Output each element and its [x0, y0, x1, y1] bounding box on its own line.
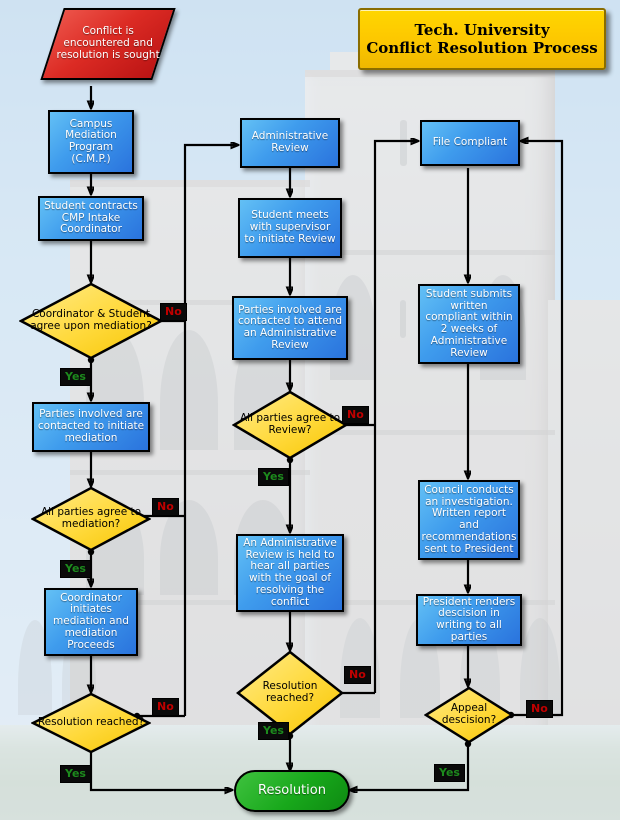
edge-label-no-1: No	[160, 303, 187, 321]
page-title: Tech. University Conflict Resolution Pro…	[358, 8, 606, 70]
node-decision-coordinator-student-label: Coordinator & Student agree upon mediati…	[30, 308, 152, 332]
node-council-investigation[interactable]: Council conducts an investigation. Writt…	[418, 480, 520, 560]
node-student-supervisor-label: Student meets with supervisor to initiat…	[244, 209, 336, 245]
node-parties-admin-review-label: Parties involved are contacted to attend…	[237, 303, 343, 351]
node-start[interactable]: Conflict is encountered and resolution i…	[40, 8, 176, 80]
node-president-decision-label: President renders descision in writing t…	[422, 595, 516, 643]
edge-label-yes-6: Yes	[434, 764, 465, 782]
node-decision-resolution-left-label: Resolution reached?	[37, 716, 145, 729]
node-student-submits-label: Student submits written compliant within…	[425, 287, 513, 359]
node-cmp-label: Campus Mediation Program (C.M.P.)	[65, 117, 117, 165]
node-student-submits[interactable]: Student submits written compliant within…	[418, 284, 520, 364]
node-parties-mediation[interactable]: Parties involved are contacted to initia…	[32, 402, 150, 452]
node-file-compliant[interactable]: File Compliant	[420, 120, 520, 166]
node-council-investigation-label: Council conducts an investigation. Writt…	[421, 483, 517, 555]
node-coordinator-initiates-label: Coordinator initiates mediation and medi…	[53, 591, 129, 651]
node-decision-all-mediation-label: All parties agree to mediation?	[40, 506, 142, 530]
node-parties-mediation-label: Parties involved are contacted to initia…	[37, 408, 145, 444]
node-intake-label: Student contracts CMP Intake Coordinator	[44, 199, 138, 236]
node-decision-resolution-mid[interactable]: Resolution reached?	[236, 650, 344, 736]
node-administrative-review[interactable]: Administrative Review	[240, 118, 340, 168]
edge-label-yes-3: Yes	[60, 765, 91, 783]
node-admin-review-held-label: An Administrative Review is held to hear…	[243, 536, 337, 608]
title-line-1: Tech. University	[414, 20, 550, 39]
node-decision-resolution-mid-label: Resolution reached?	[262, 680, 318, 704]
edge-label-yes-4: Yes	[258, 468, 289, 486]
node-decision-appeal-label: Appeal descision?	[441, 702, 497, 726]
node-file-compliant-label: File Compliant	[432, 136, 508, 149]
node-cmp[interactable]: Campus Mediation Program (C.M.P.)	[48, 110, 134, 174]
node-intake[interactable]: Student contracts CMP Intake Coordinator	[38, 196, 144, 241]
edge-label-no-5: No	[344, 666, 371, 684]
title-line-2: Conflict Resolution Process	[366, 39, 598, 57]
node-decision-coordinator-student[interactable]: Coordinator & Student agree upon mediati…	[19, 282, 163, 360]
node-administrative-review-label: Administrative Review	[251, 130, 329, 154]
edge-label-no-2: No	[152, 498, 179, 516]
node-start-label: Conflict is encountered and resolution i…	[56, 25, 160, 61]
edge-label-no-4: No	[342, 406, 369, 424]
node-decision-appeal[interactable]: Appeal descision?	[424, 686, 514, 744]
node-resolution-label: Resolution	[258, 782, 326, 798]
edge-mid-no-riser	[373, 141, 418, 693]
node-coordinator-initiates[interactable]: Coordinator initiates mediation and medi…	[44, 588, 138, 656]
node-resolution[interactable]: Resolution	[234, 770, 350, 812]
edge-label-no-3: No	[152, 698, 179, 716]
edge-left-no-riser	[183, 145, 238, 716]
node-president-decision[interactable]: President renders descision in writing t…	[416, 594, 522, 646]
node-decision-all-review-label: All parties agree to Review?	[239, 412, 341, 436]
node-admin-review-held[interactable]: An Administrative Review is held to hear…	[236, 534, 344, 612]
node-parties-admin-review[interactable]: Parties involved are contacted to attend…	[232, 296, 348, 360]
node-decision-resolution-left[interactable]: Resolution reached?	[31, 692, 151, 754]
node-student-supervisor[interactable]: Student meets with supervisor to initiat…	[238, 198, 342, 258]
flowchart-canvas: Tech. University Conflict Resolution Pro…	[0, 0, 620, 820]
edge-label-yes-2: Yes	[60, 560, 91, 578]
node-decision-all-review[interactable]: All parties agree to Review?	[232, 390, 348, 460]
edge-label-yes-5: Yes	[258, 722, 289, 740]
edge-label-yes-1: Yes	[60, 368, 91, 386]
edge-label-no-6: No	[526, 700, 553, 718]
node-decision-all-mediation[interactable]: All parties agree to mediation?	[31, 486, 151, 552]
